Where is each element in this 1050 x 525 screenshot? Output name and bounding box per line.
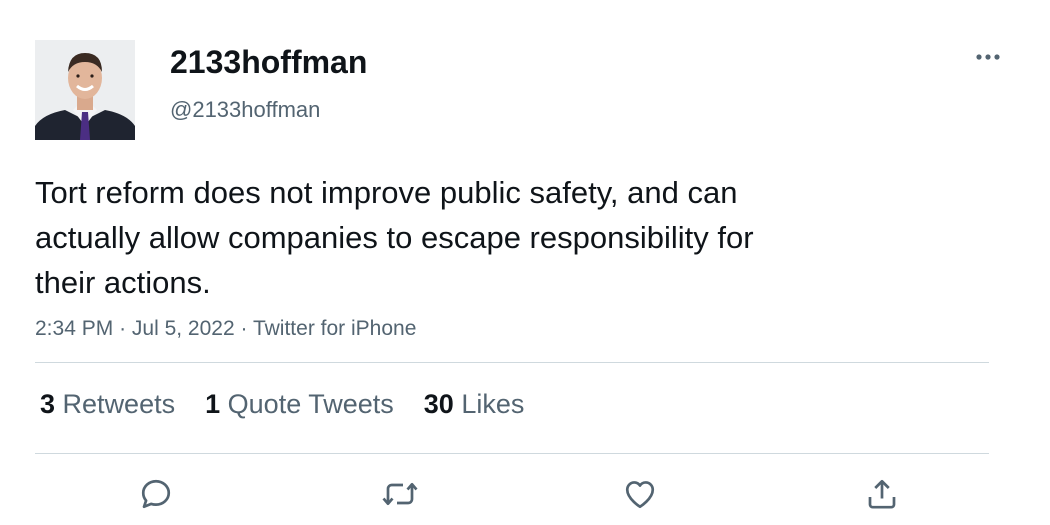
likes-label: Likes — [461, 389, 525, 419]
retweet-button[interactable] — [378, 472, 422, 516]
quote-tweets-label: Quote Tweets — [227, 389, 394, 419]
divider — [35, 362, 989, 363]
tweet-time[interactable]: 2:34 PM — [35, 317, 113, 340]
share-button[interactable] — [860, 472, 904, 516]
avatar[interactable] — [35, 40, 135, 140]
meta-separator: · — [240, 317, 248, 340]
likes-count: 30 — [423, 389, 454, 419]
quote-tweets-stat[interactable]: 1 Quote Tweets — [205, 386, 394, 422]
more-horizontal-icon — [976, 54, 1000, 60]
tweet-metadata: 2:34 PM · Jul 5, 2022 · Twitter for iPho… — [35, 314, 416, 344]
reply-button[interactable] — [134, 472, 178, 516]
heart-icon — [625, 481, 655, 509]
retweets-label: Retweets — [62, 389, 176, 419]
retweets-stat[interactable]: 3 Retweets — [40, 386, 175, 422]
share-icon — [868, 479, 896, 509]
retweet-icon — [382, 482, 418, 506]
display-name[interactable]: 2133hoffman — [170, 42, 367, 82]
tweet-date[interactable]: Jul 5, 2022 — [132, 317, 235, 340]
tweet-source[interactable]: Twitter for iPhone — [253, 317, 416, 340]
likes-stat[interactable]: 30 Likes — [424, 386, 525, 422]
tweet-stats: 3 Retweets 1 Quote Tweets 30 Likes — [40, 386, 554, 422]
divider — [35, 453, 989, 454]
avatar-image — [35, 40, 135, 140]
user-handle[interactable]: @2133hoffman — [170, 96, 320, 124]
like-button[interactable] — [618, 472, 662, 516]
more-options-button[interactable] — [968, 42, 1008, 72]
reply-icon — [141, 479, 171, 509]
quote-tweets-count: 1 — [205, 389, 221, 419]
retweets-count: 3 — [40, 389, 56, 419]
tweet-text: Tort reform does not improve public safe… — [35, 175, 754, 300]
meta-separator: · — [119, 317, 127, 340]
